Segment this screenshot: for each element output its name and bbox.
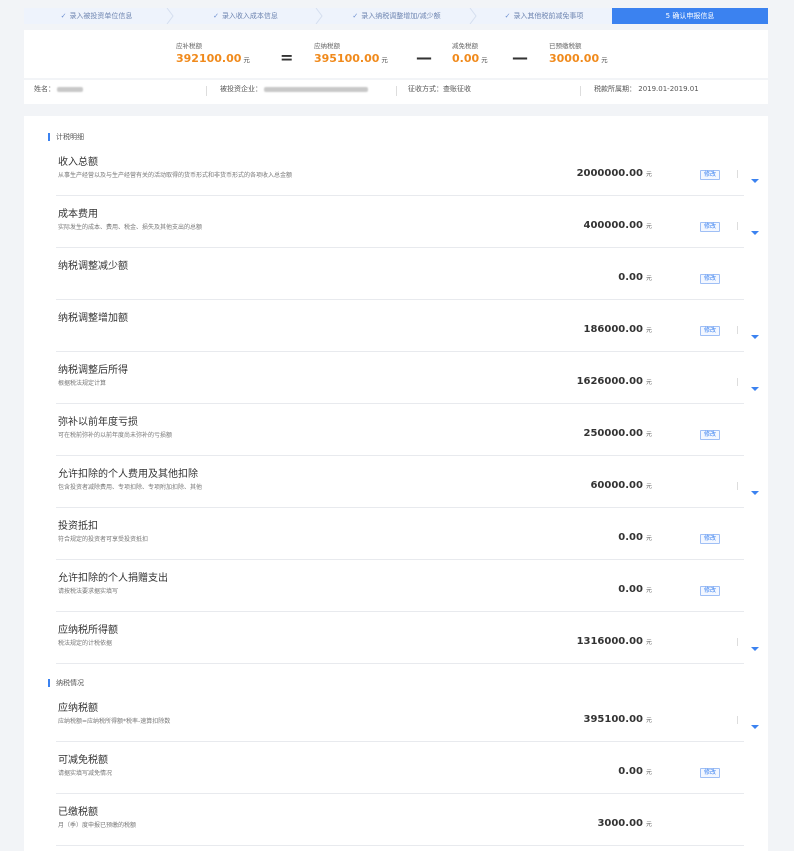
step-1[interactable]: ✓ 录入被投资单位信息 (24, 8, 169, 24)
edit-button[interactable]: 修改 (700, 274, 721, 284)
row-total-income: 收入总额 从事生产经营以及与生产经营有关的活动取得的货币形式和非货币形式的各项收… (56, 144, 759, 196)
chevron-down-icon[interactable] (750, 638, 760, 657)
row-donations: 允许扣除的个人捐赠支出 请按税法要求据实填写 0.00 元 修改 (56, 560, 744, 612)
tax-summary: 应补税额 392100.00 元 = 应纳税额 395100.00 元 — 减免税额… (24, 30, 768, 78)
step-separator-icon (166, 8, 174, 24)
divider (737, 170, 738, 178)
equals-sign: = (280, 48, 294, 67)
summary-tax-payable: 应纳税额 395100.00 元 (314, 42, 388, 65)
detail-card: 计税明细 收入总额 从事生产经营以及与生产经营有关的活动取得的货币形式和非货币形… (24, 116, 768, 851)
name-redacted (57, 86, 84, 92)
step-5-current[interactable]: 5 确认申报信息 (612, 8, 768, 24)
edit-button[interactable]: 修改 (700, 534, 721, 544)
progress-steps: ✓ 录入被投资单位信息 ✓ 录入收入成本信息 ✓ 录入纳税调整增加/减少额 ✓ 录入其他… (24, 8, 768, 24)
check-icon: ✓ (213, 12, 219, 20)
row-adjusted-income: 纳税调整后所得 根据税法规定计算 1626000.00 元 (56, 352, 759, 404)
edit-button[interactable]: 修改 (700, 586, 721, 596)
check-icon: ✓ (352, 12, 359, 20)
summary-tax-payable-due: 应补税额 392100.00 元 (176, 42, 250, 65)
check-icon: ✓ (60, 12, 67, 20)
chevron-down-icon[interactable] (750, 222, 760, 241)
row-tax-reduction: 可减免税额 请据实填写减免情况 0.00 元 修改 (56, 742, 744, 794)
company-redacted (264, 86, 369, 92)
edit-button[interactable]: 修改 (700, 326, 721, 336)
minus-sign: — (416, 48, 432, 67)
row-tax-payable: 应纳税额 应纳税额=应纳税所得额*税率-速算扣除数 395100.00 元 (56, 690, 759, 742)
edit-button[interactable]: 修改 (700, 430, 721, 440)
step-separator-icon (315, 8, 323, 24)
chevron-down-icon[interactable] (750, 716, 760, 735)
chevron-down-icon[interactable] (750, 482, 760, 501)
step-3[interactable]: ✓ 录入纳税调整增加/减少额 (323, 8, 470, 24)
edit-button[interactable]: 修改 (700, 768, 721, 778)
tax-period: 税款所属期： 2019.01-2019.01 (594, 85, 699, 93)
divider (737, 482, 738, 490)
divider (737, 716, 738, 724)
step-4[interactable]: ✓ 录入其他税前减免事项 (477, 8, 611, 24)
row-personal-deductions: 允许扣除的个人费用及其他扣除 包含投资者减除费用、专项扣除、专项附加扣除、其他 … (56, 456, 759, 508)
row-cost-expense: 成本费用 实际发生的成本、费用、税金、损失及其他支出的总额 400000.00 元… (56, 196, 759, 248)
collection-method: 征收方式：查账征收 (408, 85, 471, 93)
row-adjust-decrease: 纳税调整减少额 0.00 元 修改 (56, 248, 744, 300)
chevron-down-icon[interactable] (750, 378, 760, 397)
row-adjust-increase: 纳税调整增加额 186000.00 元 修改 (56, 300, 759, 352)
row-prior-loss: 弥补以前年度亏损 可在税前弥补的以前年度尚未弥补的亏损额 250000.00 元 … (56, 404, 744, 456)
step-2[interactable]: ✓ 录入收入成本信息 (174, 8, 317, 24)
row-investment-credit: 投资抵扣 符合规定的投资者可享受投资抵扣 0.00 元 修改 (56, 508, 744, 560)
step-separator-icon (469, 8, 477, 24)
chevron-down-icon[interactable] (750, 170, 760, 189)
row-taxable-income: 应纳税所得额 税法规定的计税依据 1316000.00 元 (56, 612, 759, 664)
company-field: 被投资企业： (220, 84, 369, 94)
section-title-tax-status: 纳税情况 (48, 679, 84, 687)
edit-button[interactable]: 修改 (700, 170, 721, 180)
summary-tax-reduction: 减免税额 0.00 元 (452, 42, 488, 65)
row-paid-tax: 已缴税额 月（季）度申报已预缴的税额 3000.00 元 (56, 794, 744, 846)
divider (737, 326, 738, 334)
edit-button[interactable]: 修改 (700, 222, 721, 232)
section-title-tax-details: 计税明细 (48, 133, 84, 141)
divider (396, 86, 397, 96)
divider (580, 86, 581, 96)
divider (737, 222, 738, 230)
minus-sign: — (512, 48, 528, 67)
name-field: 姓名： (34, 84, 84, 94)
divider (206, 86, 207, 96)
divider (737, 378, 738, 386)
chevron-down-icon[interactable] (750, 326, 760, 345)
check-icon: ✓ (504, 12, 511, 20)
divider (737, 638, 738, 646)
summary-prepaid-tax: 已预缴税额 3000.00 元 (549, 42, 608, 65)
taxpayer-info-bar: 姓名： 被投资企业： 征收方式：查账征收 税款所属期： 2019.01-2019… (24, 80, 768, 104)
